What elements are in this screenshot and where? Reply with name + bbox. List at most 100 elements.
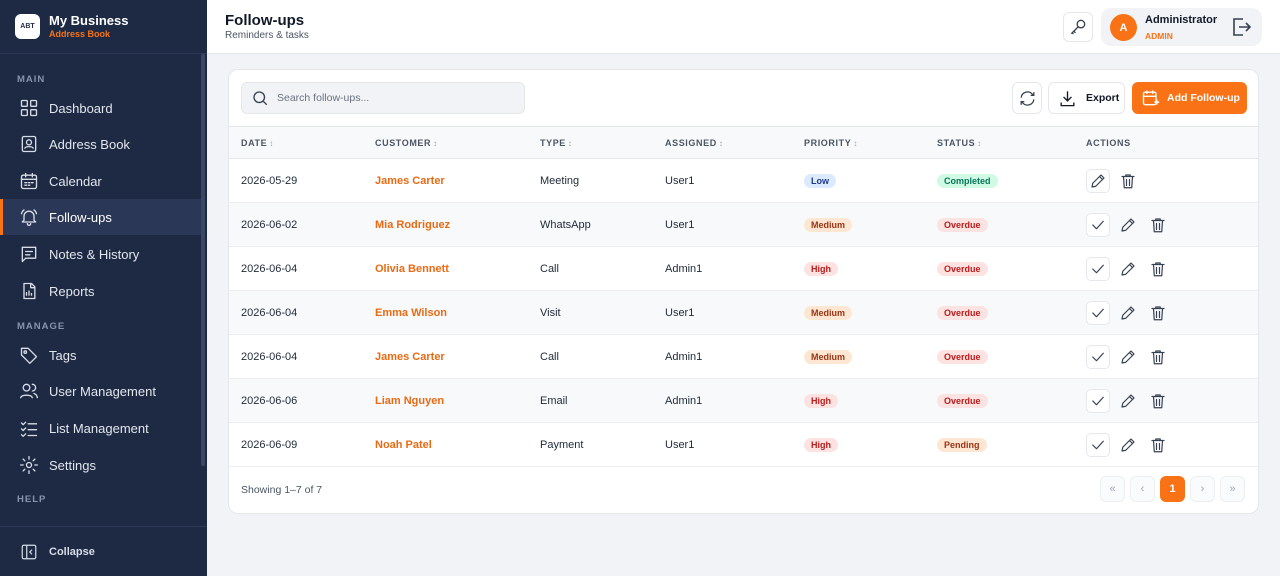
edit-button[interactable] <box>1116 389 1140 413</box>
pencil-icon <box>1121 349 1135 364</box>
tag-icon <box>20 347 38 364</box>
export-button[interactable]: Export <box>1048 82 1125 114</box>
search-input[interactable] <box>277 92 517 104</box>
cell-priority: High <box>792 246 925 291</box>
trash-icon <box>1121 173 1135 188</box>
user-menu[interactable]: A Administrator ADMIN <box>1101 8 1262 46</box>
section-label-help: HELP <box>17 494 47 505</box>
page-prev-button[interactable]: ‹ <box>1130 476 1155 502</box>
refresh-button[interactable] <box>1012 82 1042 114</box>
sidebar-item-follow-ups[interactable]: Follow-ups <box>0 199 201 235</box>
customer-link[interactable]: James Carter <box>375 175 445 187</box>
sidebar-scrollbar[interactable] <box>201 54 205 466</box>
column-header-customer[interactable]: CUSTOMER ↕ <box>363 126 528 159</box>
customer-link[interactable]: Noah Patel <box>375 439 432 451</box>
search-box[interactable] <box>241 82 525 114</box>
contact-book-icon <box>21 135 37 153</box>
sidebar-item-settings[interactable]: Settings <box>0 447 201 483</box>
cell-customer[interactable]: Olivia Bennett <box>363 246 528 291</box>
delete-button[interactable] <box>1146 345 1170 369</box>
customer-link[interactable]: Olivia Bennett <box>375 263 449 275</box>
delete-button[interactable] <box>1116 169 1140 193</box>
sidebar-item-list-management[interactable]: List Management <box>0 410 201 446</box>
follow-ups-card: Export Add Follow-up DATE↕ CUSTOMER↕ TYP… <box>228 69 1259 514</box>
key-button[interactable] <box>1063 12 1093 42</box>
complete-button[interactable] <box>1086 388 1110 413</box>
column-header-assigned[interactable]: ASSIGNED ↕ <box>653 126 792 159</box>
cell-actions <box>1074 158 1258 203</box>
sidebar-item-address-book[interactable]: Address Book <box>0 126 201 162</box>
collapse-label: Collapse <box>49 545 95 558</box>
brand-name: My Business <box>49 12 129 28</box>
cell-customer[interactable]: James Carter <box>363 158 528 203</box>
delete-button[interactable] <box>1146 389 1170 413</box>
edit-button[interactable] <box>1086 168 1110 193</box>
delete-button[interactable] <box>1146 257 1170 281</box>
sidebar-item-tags[interactable]: Tags <box>0 337 201 373</box>
edit-button[interactable] <box>1116 433 1140 457</box>
status-badge: Overdue <box>937 305 988 320</box>
sidebar-item-label: Reports <box>49 283 95 299</box>
delete-button[interactable] <box>1146 301 1170 325</box>
cell-customer[interactable]: James Carter <box>363 334 528 379</box>
column-header-priority[interactable]: PRIORITY ↕ <box>792 126 925 159</box>
sidebar-item-notes-history[interactable]: Notes & History <box>0 236 201 272</box>
download-icon <box>1060 90 1075 106</box>
trash-icon <box>1151 261 1165 276</box>
edit-button[interactable] <box>1116 213 1140 237</box>
sidebar-item-user-management[interactable]: User Management <box>0 373 201 409</box>
sidebar: ABT My Business Address Book MAIN Dashbo… <box>0 0 207 576</box>
delete-button[interactable] <box>1146 433 1170 457</box>
logout-icon[interactable] <box>1229 15 1253 39</box>
cell-status: Overdue <box>925 378 1074 423</box>
edit-button[interactable] <box>1116 301 1140 325</box>
column-header-date[interactable]: DATE ↕ <box>229 126 363 159</box>
brand-logo: ABT <box>15 14 40 39</box>
cell-status: Overdue <box>925 246 1074 291</box>
cell-date: 2026-06-04 <box>229 246 363 291</box>
page-next-button[interactable]: › <box>1190 476 1215 502</box>
sidebar-item-dashboard[interactable]: Dashboard <box>0 90 201 126</box>
column-header-type[interactable]: TYPE ↕ <box>528 126 653 159</box>
page-last-button[interactable]: » <box>1220 476 1245 502</box>
customer-link[interactable]: James Carter <box>375 351 445 363</box>
sidebar-item-calendar[interactable]: Calendar <box>0 163 201 199</box>
cell-priority: Medium <box>792 202 925 247</box>
add-follow-up-label: Add Follow-up <box>1167 92 1240 104</box>
check-icon <box>1092 396 1104 405</box>
page-first-button[interactable]: « <box>1100 476 1125 502</box>
status-badge: Overdue <box>937 393 988 408</box>
complete-button[interactable] <box>1086 256 1110 281</box>
sidebar-item-label: Tags <box>49 347 77 363</box>
complete-button[interactable] <box>1086 212 1110 237</box>
page-current-button[interactable]: 1 <box>1160 476 1185 502</box>
status-badge: Completed <box>937 173 998 188</box>
collapse-button[interactable]: Collapse <box>0 526 207 576</box>
cell-type: Email <box>528 378 653 423</box>
cell-customer[interactable]: Liam Nguyen <box>363 378 528 423</box>
topbar: Follow-ups Reminders & tasks A Administr… <box>207 0 1280 54</box>
column-header-status[interactable]: STATUS ↕ <box>925 126 1074 159</box>
cell-assigned: User1 <box>653 202 792 247</box>
customer-link[interactable]: Mia Rodriguez <box>375 219 450 231</box>
trash-icon <box>1151 437 1165 452</box>
cell-customer[interactable]: Emma Wilson <box>363 290 528 335</box>
sidebar-item-reports[interactable]: Reports <box>0 273 201 309</box>
collapse-icon <box>21 544 37 559</box>
cell-date: 2026-06-02 <box>229 202 363 247</box>
edit-button[interactable] <box>1116 345 1140 369</box>
complete-button[interactable] <box>1086 432 1110 457</box>
table-row: 2026-06-04 James Carter Call Admin1 Medium Ov… <box>229 334 1258 379</box>
brand[interactable]: ABT My Business Address Book <box>0 0 207 54</box>
edit-button[interactable] <box>1116 257 1140 281</box>
customer-link[interactable]: Emma Wilson <box>375 307 447 319</box>
add-follow-up-button[interactable]: Add Follow-up <box>1132 82 1247 114</box>
sidebar-item-label: User Management <box>49 383 156 399</box>
complete-button[interactable] <box>1086 344 1110 369</box>
customer-link[interactable]: Liam Nguyen <box>375 395 444 407</box>
cell-customer[interactable]: Noah Patel <box>363 422 528 467</box>
cell-customer[interactable]: Mia Rodriguez <box>363 202 528 247</box>
cell-priority: Low <box>792 158 925 203</box>
complete-button[interactable] <box>1086 300 1110 325</box>
delete-button[interactable] <box>1146 213 1170 237</box>
